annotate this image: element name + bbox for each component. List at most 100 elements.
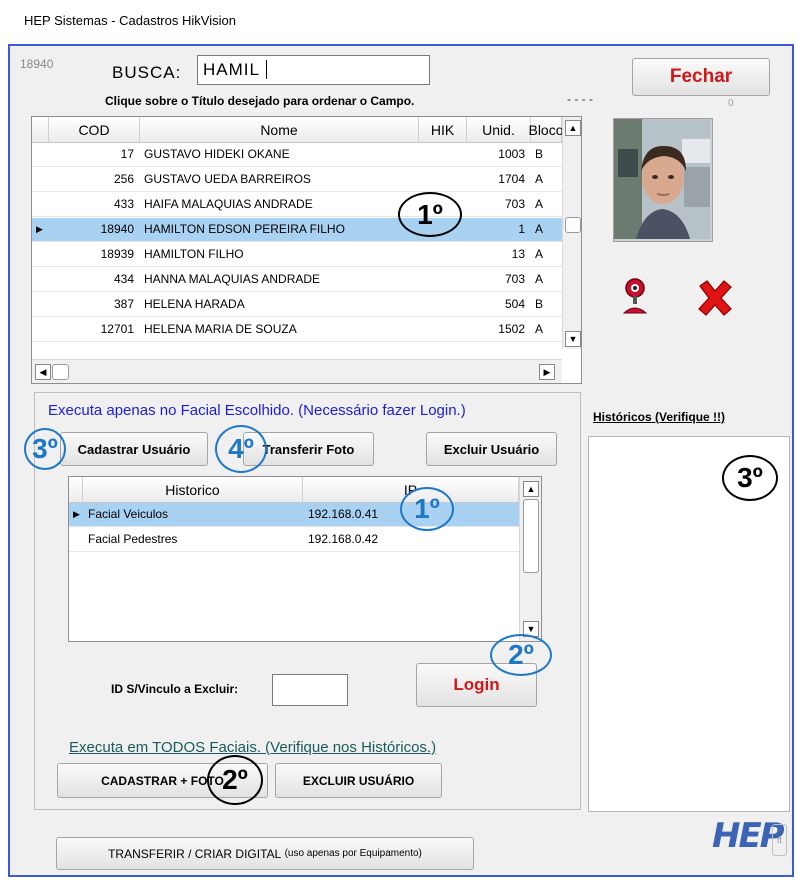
count-indicator: 0 — [728, 98, 734, 109]
id-vinculo-label: ID S/Vinculo a Excluir: — [111, 682, 239, 696]
col-nome[interactable]: Nome — [140, 117, 419, 143]
cell-unid: 703 — [504, 197, 525, 211]
annotation-step-transferir: 4º — [215, 425, 267, 473]
hep-logo: HEP — [712, 816, 785, 856]
grid-vscroll-thumb[interactable] — [565, 217, 581, 233]
cell-nome: GUSTAVO UEDA BARREIROS — [144, 172, 311, 186]
cell-nome: HELENA MARIA DE SOUZA — [144, 322, 297, 336]
table-row[interactable]: 18939 HAMILTON FILHO 13 A — [32, 243, 562, 267]
scroll-right-arrow-icon[interactable]: ▶ — [539, 364, 555, 380]
cell-unid: 13 — [511, 247, 525, 261]
cell-bloco: A — [535, 272, 544, 286]
cell-unid: 1502 — [498, 322, 525, 336]
facial-grid: Historico IP ▶ Facial Veiculos 192.168.0.4… — [68, 476, 542, 642]
annotation-step-todos: 2º — [207, 755, 263, 805]
cell-cod: 433 — [113, 197, 134, 211]
col-unid[interactable]: Unid. — [467, 117, 531, 143]
facial-vscroll-thumb[interactable] — [523, 499, 539, 573]
delete-x-icon[interactable] — [695, 278, 735, 318]
row-pointer-icon: ▶ — [36, 224, 43, 234]
cell-cod: 18939 — [100, 247, 134, 261]
cell-unid: 1704 — [498, 172, 525, 186]
facial-scroll-up-arrow-icon[interactable]: ▲ — [523, 481, 539, 497]
col-historico[interactable]: Historico — [83, 477, 303, 503]
cell-cod: 387 — [113, 297, 134, 311]
cell-cod: 17 — [120, 147, 134, 161]
facial-indicator-header — [69, 477, 83, 503]
cell-nome: HAMILTON FILHO — [144, 247, 244, 261]
cell-historico: Facial Pedestres — [88, 532, 178, 546]
facial-vscrollbar[interactable]: ▲ ▼ — [519, 477, 541, 641]
sort-hint: Clique sobre o Título desejado para orde… — [105, 94, 415, 108]
transferir-digital-label: TRANSFERIR / CRIAR DIGITAL — [108, 846, 282, 861]
excluir-usuario-button[interactable]: Excluir Usuário — [426, 432, 557, 466]
webcam-icon[interactable] — [620, 277, 650, 315]
annotation-step-grid: 1º — [398, 192, 462, 237]
cell-ip: 192.168.0.42 — [308, 532, 379, 546]
cell-cod: 256 — [113, 172, 134, 186]
grid-hscrollbar[interactable]: ◀ ▶ — [32, 359, 562, 383]
search-input-value: HAMIL — [203, 60, 260, 79]
col-hik[interactable]: HIK — [419, 117, 467, 143]
transferir-digital-button[interactable]: TRANSFERIR / CRIAR DIGITAL (uso apenas p… — [56, 837, 474, 870]
table-row[interactable]: 387 HELENA HARADA 504 B — [32, 293, 562, 317]
grid-hscroll-thumb[interactable] — [52, 364, 69, 380]
table-row[interactable]: 433 HAIFA MALAQUIAS ANDRADE 703 A — [32, 193, 562, 217]
col-bloco[interactable]: Bloco — [528, 117, 564, 143]
table-row[interactable]: 12701 HELENA MARIA DE SOUZA 1502 A — [32, 318, 562, 342]
scroll-left-arrow-icon[interactable]: ◀ — [35, 364, 51, 380]
cadastrar-usuario-button[interactable]: Cadastrar Usuário — [60, 432, 208, 466]
cell-bloco: B — [535, 147, 544, 161]
cell-ip: 192.168.0.41 — [308, 507, 379, 521]
grid-indicator-header — [32, 117, 49, 143]
cell-bloco: B — [535, 297, 544, 311]
cell-nome: HELENA HARADA — [144, 297, 245, 311]
annotation-step-facial: 1º — [400, 487, 454, 531]
table-row[interactable]: 17 GUSTAVO HIDEKI OKANE 1003 B — [32, 143, 562, 167]
table-row[interactable]: Facial Pedestres 192.168.0.42 — [69, 528, 519, 552]
cell-cod: 18940 — [100, 222, 134, 236]
cell-unid: 703 — [504, 272, 525, 286]
cell-bloco: A — [535, 222, 544, 236]
row-pointer-icon: ▶ — [73, 509, 80, 519]
todos-header: Executa em TODOS Faciais. (Verifique nos… — [69, 739, 437, 756]
cell-nome: HAIFA MALAQUIAS ANDRADE — [144, 197, 313, 211]
cell-bloco: A — [535, 172, 544, 186]
search-label: BUSCA: — [112, 63, 182, 82]
search-input[interactable]: HAMIL — [197, 55, 430, 85]
grid-vscrollbar[interactable]: ▲ ▼ — [562, 117, 581, 349]
cell-historico: Facial Veiculos — [88, 507, 169, 521]
excluir-usuario-todos-button[interactable]: EXCLUIR USUÁRIO — [275, 763, 442, 798]
scroll-up-arrow-icon[interactable]: ▲ — [565, 120, 581, 136]
historicos-label: Históricos (Verifique !!) — [593, 410, 726, 424]
cell-nome: HANNA MALAQUIAS ANDRADE — [144, 272, 321, 286]
user-photo — [613, 118, 713, 242]
cell-nome: HAMILTON EDSON PEREIRA FILHO — [144, 222, 345, 236]
table-row[interactable]: 434 HANNA MALAQUIAS ANDRADE 703 A — [32, 268, 562, 292]
cell-unid: 1003 — [498, 147, 525, 161]
annotation-step-historicos: 3º — [722, 455, 778, 501]
table-row[interactable]: 256 GUSTAVO UEDA BARREIROS 1704 A — [32, 168, 562, 192]
tiny-field: tt — [772, 824, 787, 856]
dashes-indicator: - - - - — [567, 92, 593, 106]
cell-bloco: A — [535, 322, 544, 336]
table-row[interactable]: ▶ 18940 HAMILTON EDSON PEREIRA FILHO 1 A — [32, 218, 562, 242]
id-vinculo-input[interactable] — [272, 674, 348, 706]
people-grid: COD Nome HIK Unid. Bloco 17 GUSTAVO HIDEK… — [31, 116, 582, 384]
cell-nome: GUSTAVO HIDEKI OKANE — [144, 147, 290, 161]
scroll-down-arrow-icon[interactable]: ▼ — [565, 331, 581, 347]
annotation-step-login: 2º — [490, 634, 552, 676]
cell-bloco: A — [535, 197, 544, 211]
close-button[interactable]: Fechar — [632, 58, 770, 96]
window-title-bar: HEP Sistemas - Cadastros HikVision — [0, 0, 797, 44]
annotation-step-cadastrar: 3º — [24, 428, 66, 470]
transferir-digital-note: (uso apenas por Equipamento) — [284, 848, 422, 859]
window-title: HEP Sistemas - Cadastros HikVision — [24, 13, 236, 28]
cell-unid: 504 — [504, 297, 525, 311]
cell-unid: 1 — [518, 222, 525, 236]
record-id: 18940 — [20, 57, 54, 71]
cell-cod: 434 — [113, 272, 134, 286]
col-cod[interactable]: COD — [49, 117, 140, 143]
cell-bloco: A — [535, 247, 544, 261]
facial-header: Executa apenas no Facial Escolhido. (Nec… — [48, 402, 466, 419]
